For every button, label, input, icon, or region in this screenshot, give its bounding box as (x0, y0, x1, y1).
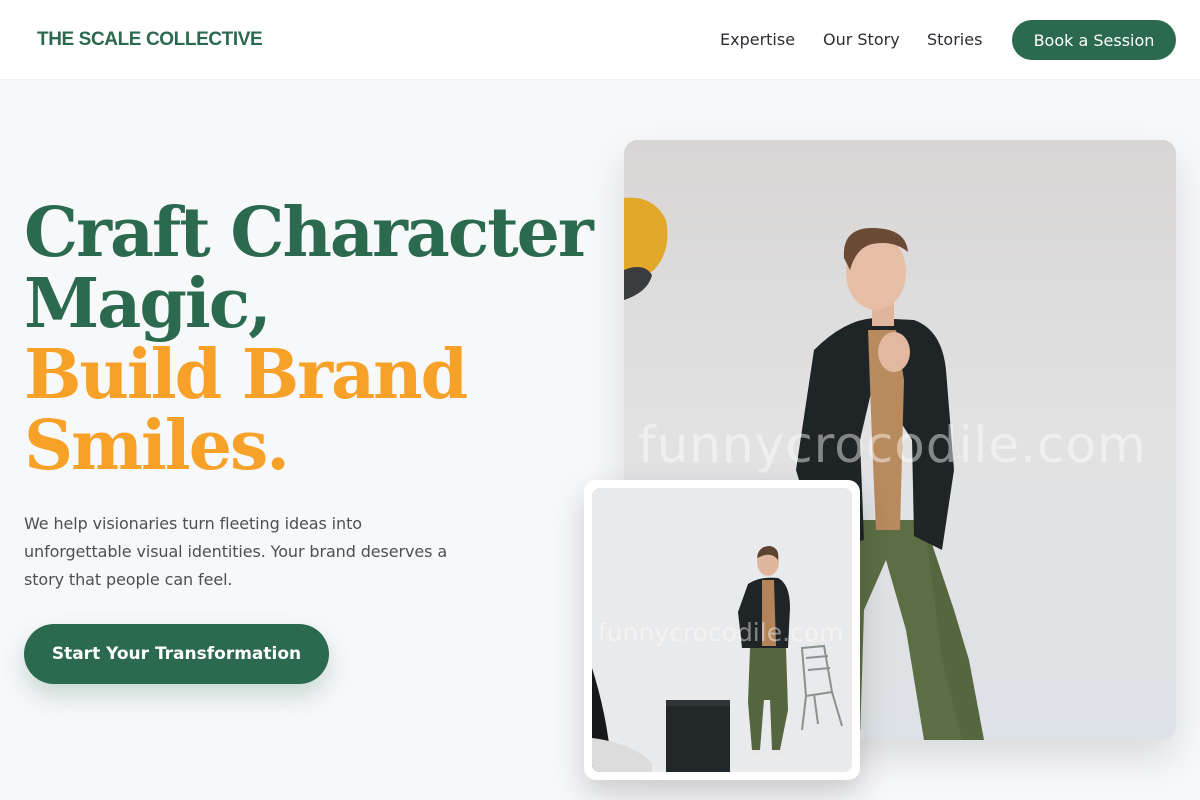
inset-photo-card: funnycrocodile.com (584, 480, 860, 780)
nav-link-stories[interactable]: Stories (927, 30, 982, 49)
studio-scene-illustration (592, 488, 852, 772)
hero-headline: Craft Character Magic, Build Brand Smile… (24, 198, 604, 482)
headline-line-4: Smiles. (24, 406, 290, 486)
headline-line-1: Craft Character (24, 193, 594, 273)
hero-description: We help visionaries turn fleeting ideas … (24, 514, 448, 589)
nav-link-our-story[interactable]: Our Story (823, 30, 900, 49)
start-transformation-button[interactable]: Start Your Transformation (24, 624, 329, 684)
book-session-button[interactable]: Book a Session (1012, 20, 1176, 60)
headline-line-2: Magic, (24, 264, 272, 344)
headline-line-3: Build Brand (24, 335, 468, 415)
inset-photo: funnycrocodile.com (592, 488, 852, 772)
site-header: THE SCALE COLLECTIVE Expertise Our Story… (0, 0, 1200, 80)
nav-link-expertise[interactable]: Expertise (720, 30, 795, 49)
site-logo[interactable]: THE SCALE COLLECTIVE (37, 29, 263, 51)
